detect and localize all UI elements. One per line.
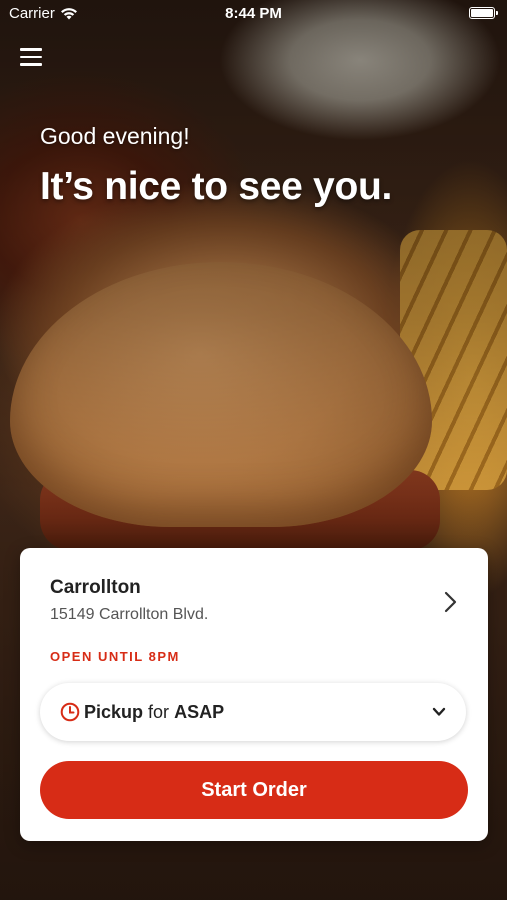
battery-icon [469, 7, 498, 19]
headline-text: It’s nice to see you. [40, 165, 393, 208]
status-bar: Carrier 8:44 PM [0, 0, 507, 28]
menu-icon[interactable] [20, 48, 42, 68]
store-selector[interactable]: Carrollton 15149 Carrollton Blvd. [50, 577, 468, 633]
order-mode-label: Pickup [84, 701, 144, 722]
store-name: Carrollton [50, 577, 141, 598]
clock-icon [60, 702, 80, 722]
store-card: Carrollton 15149 Carrollton Blvd. OPEN U… [20, 548, 488, 841]
chevron-down-icon [432, 707, 446, 716]
order-mode-selector[interactable]: Pickup for ASAP [40, 683, 466, 741]
store-hours: OPEN UNTIL 8PM [50, 649, 180, 664]
greeting-text: Good evening! [40, 123, 190, 149]
store-address: 15149 Carrollton Blvd. [50, 606, 209, 623]
order-mode-text: Pickup for ASAP [84, 702, 432, 723]
order-mode-connector: for [148, 701, 170, 722]
order-time-label: ASAP [174, 701, 225, 722]
chevron-right-icon [444, 591, 457, 613]
status-time: 8:44 PM [225, 5, 282, 22]
start-order-button[interactable]: Start Order [40, 761, 468, 819]
